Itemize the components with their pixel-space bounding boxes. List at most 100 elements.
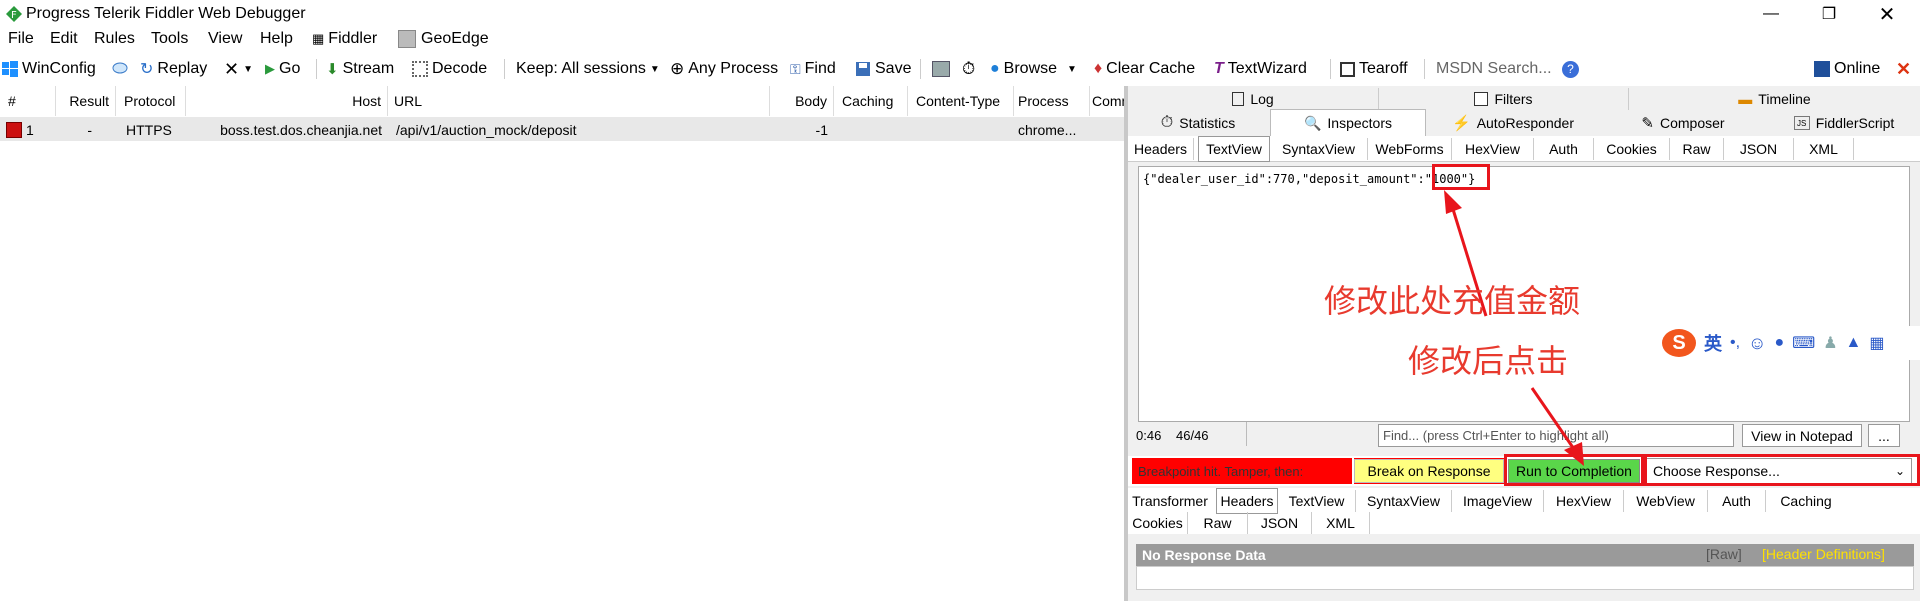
more-button[interactable]: ...: [1868, 424, 1900, 447]
tab-inspectors[interactable]: 🔍 Inspectors: [1270, 109, 1426, 136]
msdn-search-input[interactable]: MSDN Search...: [1436, 57, 1552, 81]
remove-button[interactable]: ✕ ▼: [224, 57, 253, 81]
menu-fiddler[interactable]: ▦ Fiddler: [312, 30, 377, 48]
response-tab-json[interactable]: JSON: [1248, 512, 1312, 534]
response-tab-headers[interactable]: Headers: [1216, 488, 1278, 514]
response-tab-transformer[interactable]: Transformer: [1128, 490, 1212, 512]
online-button[interactable]: Online: [1814, 57, 1880, 81]
dropdown-arrow-icon: ▼: [649, 63, 660, 75]
pencil-icon: ✎: [1641, 115, 1654, 132]
menu-help[interactable]: Help: [260, 30, 293, 48]
fiddler-logo-icon: F: [6, 6, 22, 22]
request-tab-auth[interactable]: Auth: [1534, 138, 1594, 160]
go-button[interactable]: ▶ Go: [265, 57, 300, 81]
emoji-icon: ☺: [1748, 332, 1767, 353]
stream-button[interactable]: ⬇ Stream: [326, 57, 394, 81]
user-icon: ♟: [1823, 335, 1838, 352]
toolbar-divider: [316, 59, 317, 79]
request-tab-headers[interactable]: Headers: [1128, 138, 1194, 160]
highlight-box-choose-response: [1644, 454, 1920, 486]
browse-button[interactable]: ● Browse ▼: [990, 57, 1077, 81]
column-header-caching[interactable]: Caching: [834, 86, 908, 116]
column-header-protocol[interactable]: Protocol: [116, 86, 186, 116]
maximize-button[interactable]: ❐: [1806, 0, 1852, 28]
response-tab-caching[interactable]: Caching: [1766, 490, 1846, 512]
replay-button[interactable]: ↻ Replay: [140, 57, 207, 81]
response-tab-xml[interactable]: XML: [1312, 512, 1370, 534]
request-tab-hexview[interactable]: HexView: [1452, 138, 1534, 160]
response-tab-raw[interactable]: Raw: [1188, 512, 1248, 534]
annotation-click-after: 修改后点击: [1408, 342, 1569, 380]
response-tab-webview[interactable]: WebView: [1624, 490, 1708, 512]
ime-lang-label: 英: [1704, 334, 1722, 354]
menu-rules[interactable]: Rules: [94, 30, 135, 48]
help-button[interactable]: ?: [1562, 57, 1579, 81]
request-tab-textview[interactable]: TextView: [1198, 136, 1270, 162]
menu-geoedge[interactable]: GeoEdge: [398, 30, 489, 48]
textwizard-button[interactable]: T TextWizard: [1214, 57, 1307, 81]
menu-file[interactable]: File: [8, 30, 34, 48]
tab-composer[interactable]: ✎ Composer: [1598, 112, 1768, 134]
column-header-url[interactable]: URL: [388, 86, 770, 116]
save-button[interactable]: Save: [855, 57, 911, 81]
menu-tools[interactable]: Tools: [151, 30, 188, 48]
breakpoint-message: Breakpoint hit. Tamper, then:: [1132, 458, 1352, 484]
geoedge-icon: [398, 30, 416, 48]
request-tab-xml[interactable]: XML: [1794, 138, 1854, 160]
header-definitions-link[interactable]: [Header Definitions]: [1762, 546, 1885, 562]
minimize-button[interactable]: —: [1748, 0, 1794, 28]
column-header-num[interactable]: #: [0, 86, 56, 116]
close-button[interactable]: ✕: [1864, 0, 1910, 28]
column-header-content-type[interactable]: Content-Type: [908, 86, 1014, 116]
column-header-host[interactable]: Host: [186, 86, 388, 116]
tab-filters[interactable]: Filters: [1378, 88, 1628, 110]
tab-fiddlerscript[interactable]: JS FiddlerScript: [1768, 112, 1920, 134]
close-toolbar-button[interactable]: ✕: [1896, 57, 1911, 81]
request-tab-webforms[interactable]: WebForms: [1368, 138, 1452, 160]
inspector-pane: Log Filters ▬ Timeline ⏱ Statistics 🔍 Inspe…: [1128, 86, 1920, 601]
tab-timeline[interactable]: ▬ Timeline: [1628, 88, 1920, 110]
ime-toolbar[interactable]: S 英 •, ☺ ● ⌨ ♟ ▲ ▦: [1658, 326, 1920, 360]
any-process-button[interactable]: ⊕ Any Process: [670, 57, 778, 81]
screenshot-button[interactable]: [932, 57, 950, 81]
response-tab-textview[interactable]: TextView: [1278, 490, 1356, 512]
request-tab-cookies[interactable]: Cookies: [1594, 138, 1670, 160]
break-on-response-button[interactable]: Break on Response: [1354, 459, 1504, 483]
timer-button[interactable]: ⏱: [962, 57, 975, 81]
comment-button[interactable]: [112, 57, 128, 81]
stopwatch-icon: ⏱: [1160, 114, 1174, 131]
response-tab-cookies[interactable]: Cookies: [1128, 512, 1188, 534]
column-header-result[interactable]: Result: [56, 86, 116, 116]
find-button[interactable]: ⚿ Find: [790, 57, 836, 81]
request-tab-json[interactable]: JSON: [1724, 138, 1794, 160]
sogou-logo-icon: S: [1662, 329, 1696, 357]
request-tab-raw[interactable]: Raw: [1670, 138, 1724, 160]
eraser-icon: ♦: [1094, 60, 1103, 77]
keep-sessions-dropdown[interactable]: Keep: All sessions ▼: [516, 57, 660, 81]
window-title: Progress Telerik Fiddler Web Debugger: [26, 5, 306, 22]
lightning-icon: ⚡: [1452, 115, 1471, 132]
annotation-arrow-icon: [1530, 387, 1584, 466]
tearoff-button[interactable]: Tearoff: [1340, 57, 1408, 81]
response-tab-hexview[interactable]: HexView: [1544, 490, 1624, 512]
response-tab-syntaxview[interactable]: SyntaxView: [1356, 490, 1452, 512]
tab-log[interactable]: Log: [1128, 88, 1378, 110]
decode-icon: [412, 61, 428, 77]
tab-statistics[interactable]: ⏱ Statistics: [1128, 112, 1268, 134]
checkbox-icon: [1474, 92, 1489, 106]
decode-button[interactable]: Decode: [412, 57, 487, 81]
column-header-body[interactable]: Body: [770, 86, 834, 116]
winconfig-button[interactable]: WinConfig: [2, 57, 96, 81]
request-tab-syntaxview[interactable]: SyntaxView: [1270, 138, 1368, 160]
column-header-process[interactable]: Process: [1014, 86, 1090, 116]
menu-view[interactable]: View: [208, 30, 242, 48]
clear-cache-button[interactable]: ♦ Clear Cache: [1094, 57, 1195, 81]
column-header-comments[interactable]: Comm: [1090, 86, 1124, 116]
response-tab-auth[interactable]: Auth: [1708, 490, 1766, 512]
menu-edit[interactable]: Edit: [50, 30, 78, 48]
raw-link[interactable]: [Raw]: [1706, 546, 1742, 562]
view-in-notepad-button[interactable]: View in Notepad: [1742, 424, 1862, 447]
tab-autoresponder[interactable]: ⚡ AutoResponder: [1428, 112, 1598, 134]
response-tab-imageview[interactable]: ImageView: [1452, 490, 1544, 512]
row-body-cell: -1: [815, 122, 828, 138]
